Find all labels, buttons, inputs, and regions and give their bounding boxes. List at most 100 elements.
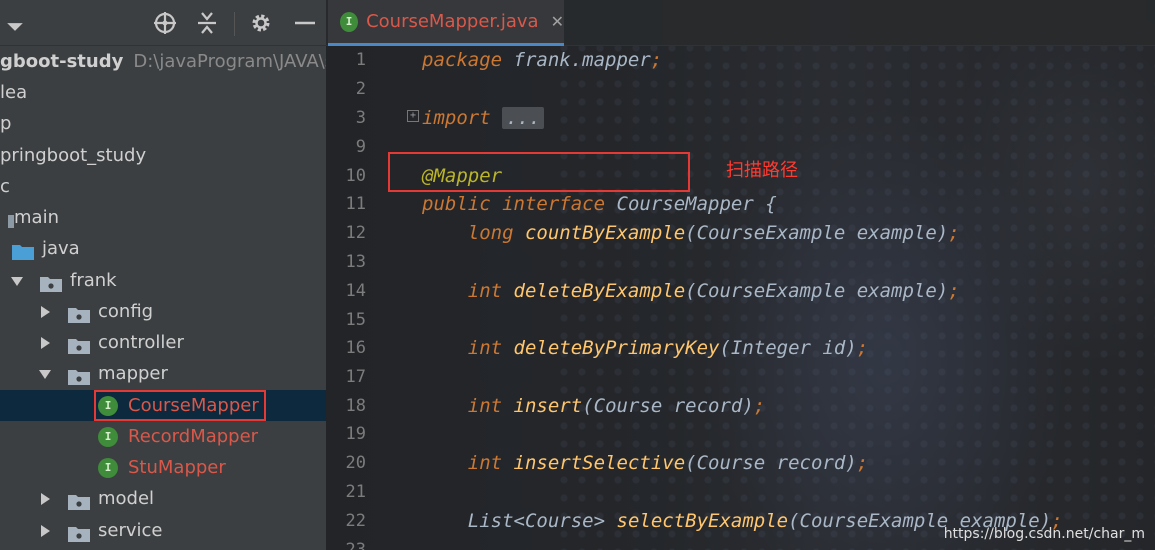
tab-title: CourseMapper.java (366, 11, 539, 32)
code-line-16[interactable]: int deleteByPrimaryKey(Integer id); (422, 334, 868, 363)
line-number: 19 (345, 424, 366, 444)
locate-icon[interactable] (152, 10, 178, 36)
tree-label: StuMapper (128, 457, 226, 478)
code-line-18[interactable]: int insert(Course record); (422, 392, 765, 421)
line-number: 16 (345, 338, 366, 358)
tree-label: mapper (98, 363, 168, 384)
project-root-path: D:\javaProgram\JAVA\sp (133, 51, 326, 72)
line-number-gutter: 1 2 3 9 10 11 12 13 14 15 16 17 18 19 20… (326, 46, 386, 550)
code-line-11[interactable]: public interface CourseMapper { (422, 190, 777, 219)
code-semicolon: ; (753, 395, 766, 417)
tree-row-mapper[interactable]: mapper (0, 358, 326, 389)
chevron-right-icon[interactable] (38, 483, 52, 514)
tree-row-stumapper[interactable]: I StuMapper (0, 452, 326, 483)
tree-row-main[interactable]: main (0, 202, 326, 233)
tree-row-config[interactable]: config (0, 296, 326, 327)
tree-label: config (98, 301, 154, 322)
line-number: 20 (345, 453, 366, 473)
line-number: 15 (345, 310, 366, 330)
tree-row-springboot-study[interactable]: pringboot_study (0, 140, 326, 171)
folded-imports[interactable]: ... (502, 107, 545, 129)
tree-row-java[interactable]: java (0, 233, 326, 264)
folder-icon (0, 209, 14, 228)
tree-label: RecordMapper (128, 426, 259, 447)
code-identifier: (CourseExample example) (685, 222, 949, 244)
collapse-all-icon[interactable] (194, 10, 220, 36)
tree-row-model[interactable]: model (0, 483, 326, 514)
line-number: 3 (355, 108, 366, 128)
annotation-note: 扫描路径 (726, 160, 798, 181)
tree-label: pringboot_study (0, 145, 147, 166)
code-semicolon: ; (650, 49, 663, 71)
code-method: insert (513, 395, 583, 417)
code-keyword: public (422, 193, 491, 215)
code-line-20[interactable]: int insertSelective(Course record); (422, 449, 868, 478)
code-identifier: CourseMapper { (616, 193, 777, 215)
line-number: 14 (345, 281, 366, 301)
line-number: 10 (345, 166, 366, 186)
chevron-down-icon[interactable] (10, 265, 24, 296)
chevron-right-icon[interactable] (38, 515, 52, 546)
code-method: deleteByExample (513, 280, 686, 302)
tab-coursemapper-java[interactable]: I CourseMapper.java ✕ (328, 0, 564, 46)
minimize-icon[interactable] (292, 10, 318, 36)
code-keyword: import (422, 107, 491, 129)
tree-row-src[interactable]: c (0, 171, 326, 202)
code-identifier: (Course record) (582, 395, 754, 417)
tree-row-frank[interactable]: frank (0, 265, 326, 296)
code-semicolon: ; (856, 337, 869, 359)
tree-row-controller[interactable]: controller (0, 327, 326, 358)
code-line-12[interactable]: long countByExample(CourseExample exampl… (422, 219, 960, 248)
line-number: 18 (345, 396, 366, 416)
package-folder-icon (68, 334, 90, 354)
code-line-14[interactable]: int deleteByExample(CourseExample exampl… (422, 277, 960, 306)
close-icon[interactable]: ✕ (551, 12, 564, 31)
tree-row-project-root[interactable]: gboot-study D:\javaProgram\JAVA\sp (0, 46, 326, 77)
package-folder-icon (68, 303, 90, 323)
fold-expand-icon[interactable]: + (407, 110, 419, 122)
code-semicolon: ; (948, 280, 960, 302)
code-line-1[interactable]: package frank.mapper; (422, 46, 662, 75)
line-number: 13 (345, 252, 366, 272)
code-keyword: int (467, 452, 503, 474)
interface-icon: I (98, 457, 118, 478)
watermark: https://blog.csdn.net/char_m (943, 526, 1145, 542)
gear-icon[interactable] (248, 10, 274, 36)
code-keyword: int (467, 395, 503, 417)
project-toolbar (0, 0, 326, 46)
chevron-down-icon[interactable] (38, 358, 52, 389)
annotation-highlight-box (388, 152, 690, 192)
line-number: 12 (345, 223, 366, 243)
tree-label: service (98, 520, 163, 541)
code-type: List<Course> (467, 510, 606, 532)
package-folder-icon (68, 522, 90, 542)
code-method: insertSelective (513, 452, 686, 474)
code-keyword: interface (502, 193, 606, 215)
code-method: countByExample (524, 222, 686, 244)
tree-label: frank (70, 270, 117, 291)
code-identifier: frank.mapper (502, 49, 651, 71)
tree-row-p[interactable]: p (0, 108, 326, 139)
tree-row-idea[interactable]: lea (0, 77, 326, 108)
code-identifier: (CourseExample example) (685, 280, 949, 302)
source-folder-icon (12, 240, 34, 260)
line-number: 22 (345, 511, 366, 531)
code-identifier: (Course record) (685, 452, 857, 474)
code-editor[interactable]: I CourseMapper.java ✕ 1 2 3 9 10 11 12 1… (326, 0, 1155, 550)
code-semicolon: ; (948, 222, 960, 244)
line-number: 23 (345, 540, 366, 550)
project-root-label: gboot-study (0, 51, 124, 72)
toolbar-divider (234, 12, 235, 36)
tree-row-recordmapper[interactable]: I RecordMapper (0, 421, 326, 452)
chevron-right-icon[interactable] (38, 327, 52, 358)
package-folder-icon (68, 365, 90, 385)
tree-label: main (14, 207, 59, 228)
chevron-right-icon[interactable] (38, 296, 52, 327)
code-keyword: int (467, 337, 503, 359)
package-folder-icon (40, 272, 62, 292)
tree-label: c (0, 176, 10, 197)
interface-icon: I (98, 426, 118, 447)
code-line-3[interactable]: import ... (422, 104, 545, 133)
chevron-down-icon[interactable] (2, 14, 23, 34)
tree-row-service[interactable]: service (0, 515, 326, 546)
